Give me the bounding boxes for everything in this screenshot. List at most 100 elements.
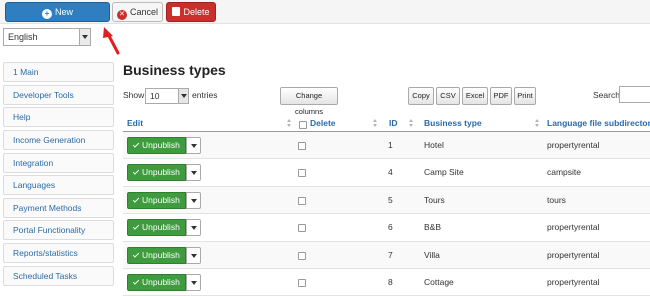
sidebar-item-scheduled-tasks[interactable]: Scheduled Tasks [3,265,114,286]
column-header-id[interactable]: ID [389,118,398,128]
check-icon [132,141,140,148]
sort-icon[interactable] [535,119,540,129]
business-type-cell: Villa [424,249,440,260]
unpublish-button[interactable]: Unpublish [127,246,186,264]
check-icon [132,278,140,285]
unpublish-label: Unpublish [142,140,180,150]
sidebar-item-developer-tools[interactable]: Developer Tools [3,84,114,105]
id-cell: 1 [388,140,393,150]
csv-button[interactable]: CSV [436,87,460,105]
caret-down-icon [191,280,197,285]
check-icon [132,250,140,258]
delete-checkbox[interactable] [298,224,306,233]
sort-icon[interactable] [373,119,378,129]
id-cell: 4 [388,167,393,178]
sidebar-item-label: Integration [13,157,54,168]
delete-checkbox[interactable] [298,142,306,150]
search-label: Search: [593,90,623,100]
sidebar: 1 Main Developer Tools Help Income Gener… [3,62,114,288]
sidebar-item-label: Developer Tools [13,89,74,100]
unpublish-label: Unpublish [142,249,180,260]
business-type-cell: Cottage [424,276,454,287]
delete-checkbox[interactable] [298,169,306,178]
delete-checkbox[interactable] [298,196,306,205]
cancel-button[interactable]: ✕ Cancel [112,2,163,22]
business-type-cell: B&B [424,222,442,233]
row-actions-dropdown[interactable] [186,191,201,209]
row-actions-dropdown[interactable] [186,273,201,291]
print-button[interactable]: Print [514,87,536,105]
close-icon: ✕ [116,10,127,20]
unpublish-button[interactable]: Unpublish [127,164,186,182]
toolbar: + New ✕ Cancel Delete [0,0,650,24]
sort-icon[interactable] [287,119,292,129]
unpublish-button[interactable]: Unpublish [127,191,186,209]
row-actions-dropdown[interactable] [186,164,201,182]
id-cell: 8 [388,276,393,287]
language-select[interactable]: English [3,28,91,46]
sidebar-item-income-generation[interactable]: Income Generation [3,129,114,150]
table-row: Unpublish 1 Hotel propertyrental [123,132,650,160]
column-header-edit[interactable]: Edit [127,118,143,128]
entries-select[interactable]: 10 [145,88,189,104]
column-header-delete[interactable]: Delete [310,118,336,128]
sidebar-item-main[interactable]: 1 Main [3,62,114,82]
sidebar-item-integration[interactable]: Integration [3,152,114,173]
sidebar-item-label: 1 Main [13,67,39,77]
show-label: Show [123,90,145,100]
business-type-cell: Tours [424,194,445,205]
id-cell: 5 [388,194,393,205]
sidebar-item-help[interactable]: Help [3,107,114,128]
sidebar-item-reports-statistics[interactable]: Reports/statistics [3,243,114,264]
column-header-business-type[interactable]: Business type [424,118,482,128]
caret-down-icon [191,144,197,148]
row-actions-dropdown[interactable] [186,219,201,237]
column-header-language-file-subdirectory[interactable]: Language file subdirectory [547,118,650,128]
business-type-cell: Hotel [424,140,444,150]
language-dir-cell: campsite [547,167,582,178]
search-input[interactable] [619,86,650,103]
sidebar-item-payment-methods[interactable]: Payment Methods [3,197,114,218]
delete-button[interactable]: Delete [166,2,216,22]
sidebar-item-label: Payment Methods [13,202,82,213]
unpublish-button[interactable]: Unpublish [127,219,186,237]
unpublish-label: Unpublish [142,194,180,205]
delete-button-label: Delete [183,7,210,17]
delete-checkbox[interactable] [298,278,306,287]
change-columns-button[interactable]: Change columns [280,87,338,116]
sidebar-item-label: Reports/statistics [13,248,78,259]
row-actions-dropdown[interactable] [186,137,201,154]
delete-checkbox[interactable] [298,251,306,260]
plus-icon: + [41,9,52,19]
unpublish-label: Unpublish [142,276,180,287]
sidebar-item-label: Income Generation [13,134,86,145]
row-actions-dropdown[interactable] [186,246,201,264]
sort-icon[interactable] [409,119,414,129]
language-dir-cell: propertyrental [547,222,600,233]
table-row: Unpublish 4 Camp Site campsite [123,159,650,187]
check-icon [132,223,140,230]
unpublish-label: Unpublish [142,167,180,178]
caret-down-icon [191,171,197,176]
unpublish-button[interactable]: Unpublish [127,137,186,154]
page-title: Business types [123,62,226,78]
table-row: Unpublish 7 Villa propertyrental [123,241,650,269]
id-cell: 7 [388,249,393,260]
business-types-table: Unpublish 1 Hotel propertyrental Unpubli… [123,132,650,296]
new-button[interactable]: + New [5,2,110,22]
excel-button[interactable]: Excel [462,87,488,105]
sidebar-item-label: Help [13,112,31,123]
sidebar-item-languages[interactable]: Languages [3,175,114,196]
sidebar-item-portal-functionality[interactable]: Portal Functionality [3,220,114,241]
copy-button[interactable]: Copy [408,87,434,105]
cancel-button-label: Cancel [129,7,158,17]
select-all-checkbox[interactable] [299,121,307,129]
table-row: Unpublish 6 B&B propertyrental [123,214,650,242]
pdf-button[interactable]: PDF [490,87,512,105]
language-dir-cell: propertyrental [547,140,600,150]
trash-icon [172,7,181,16]
check-icon [132,196,140,203]
id-cell: 6 [388,222,393,233]
unpublish-button[interactable]: Unpublish [127,273,186,291]
language-dir-cell: propertyrental [547,276,600,287]
